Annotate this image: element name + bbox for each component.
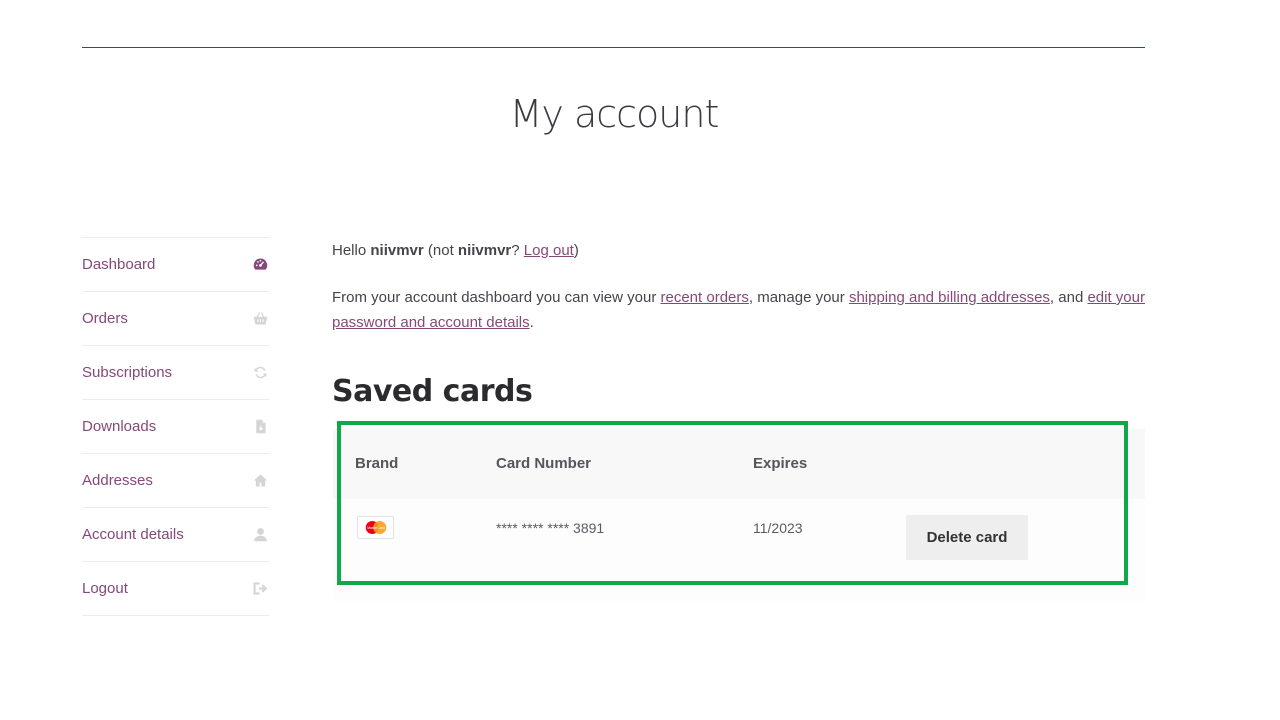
nav-item-label: Downloads bbox=[82, 418, 157, 435]
dashboard-icon bbox=[251, 256, 269, 274]
card-expiry: 11/2023 bbox=[753, 520, 803, 536]
table-row: MasterCard **** **** **** 3891 11/2023 D… bbox=[333, 499, 1145, 601]
intro-text: , manage your bbox=[748, 289, 849, 306]
intro-text: . bbox=[529, 314, 534, 331]
nav-item-orders[interactable]: Orders bbox=[82, 292, 269, 346]
dashboard-intro: From your account dashboard you can view… bbox=[332, 285, 1147, 335]
nav-item-dashboard[interactable]: Dashboard bbox=[82, 238, 269, 292]
intro-text: From your account dashboard you can view… bbox=[332, 289, 661, 306]
nav-item-label: Orders bbox=[82, 310, 128, 327]
greeting-text: Hello niivmvr (not niivmvr? Log out) bbox=[332, 238, 1147, 263]
greeting-prefix: Hello bbox=[332, 242, 371, 259]
nav-item-label: Addresses bbox=[82, 472, 153, 489]
nav-item-logout[interactable]: Logout bbox=[82, 562, 269, 616]
delete-card-button[interactable]: Delete card bbox=[906, 515, 1028, 560]
username-repeat: niivmvr bbox=[457, 242, 512, 259]
nav-item-label: Dashboard bbox=[82, 256, 156, 273]
nav-item-account-details[interactable]: Account details bbox=[82, 508, 269, 562]
nav-item-subscriptions[interactable]: Subscriptions bbox=[82, 346, 269, 400]
header-divider bbox=[82, 47, 1145, 48]
recent-orders-link[interactable]: recent orders bbox=[661, 289, 749, 306]
nav-item-label: Account details bbox=[82, 526, 184, 543]
saved-cards-table: Brand Card Number Expires MasterCard ***… bbox=[333, 429, 1145, 601]
account-navigation: Dashboard Orders Subscriptions Downloads… bbox=[82, 237, 269, 616]
greeting-suffix: ) bbox=[573, 242, 579, 259]
username: niivmvr bbox=[370, 242, 424, 259]
nav-item-label: Subscriptions bbox=[82, 364, 173, 381]
brand-logo-text: MasterCard bbox=[367, 526, 385, 530]
table-header: Brand Card Number Expires bbox=[333, 429, 1145, 499]
nav-item-addresses[interactable]: Addresses bbox=[82, 454, 269, 508]
home-icon bbox=[251, 472, 269, 490]
refresh-icon bbox=[251, 364, 269, 382]
column-header-card-number: Card Number bbox=[496, 455, 592, 472]
user-icon bbox=[251, 526, 269, 544]
page-title: My account bbox=[509, 92, 720, 136]
column-header-brand: Brand bbox=[355, 455, 399, 472]
basket-icon bbox=[251, 310, 269, 328]
greeting-middle: (not bbox=[423, 242, 458, 259]
logout-link[interactable]: Log out bbox=[524, 242, 574, 259]
mastercard-icon: MasterCard bbox=[357, 516, 394, 539]
addresses-link[interactable]: shipping and billing addresses bbox=[849, 289, 1050, 306]
sign-out-icon bbox=[251, 580, 269, 598]
greeting-question: ? bbox=[511, 242, 524, 259]
file-icon bbox=[251, 418, 269, 436]
column-header-expires: Expires bbox=[753, 455, 808, 472]
card-number: **** **** **** 3891 bbox=[496, 520, 605, 536]
saved-cards-heading: Saved cards bbox=[332, 374, 533, 409]
nav-item-downloads[interactable]: Downloads bbox=[82, 400, 269, 454]
account-content: Hello niivmvr (not niivmvr? Log out) Fro… bbox=[332, 237, 1147, 335]
nav-item-label: Logout bbox=[82, 580, 128, 597]
intro-text: , and bbox=[1049, 289, 1088, 306]
